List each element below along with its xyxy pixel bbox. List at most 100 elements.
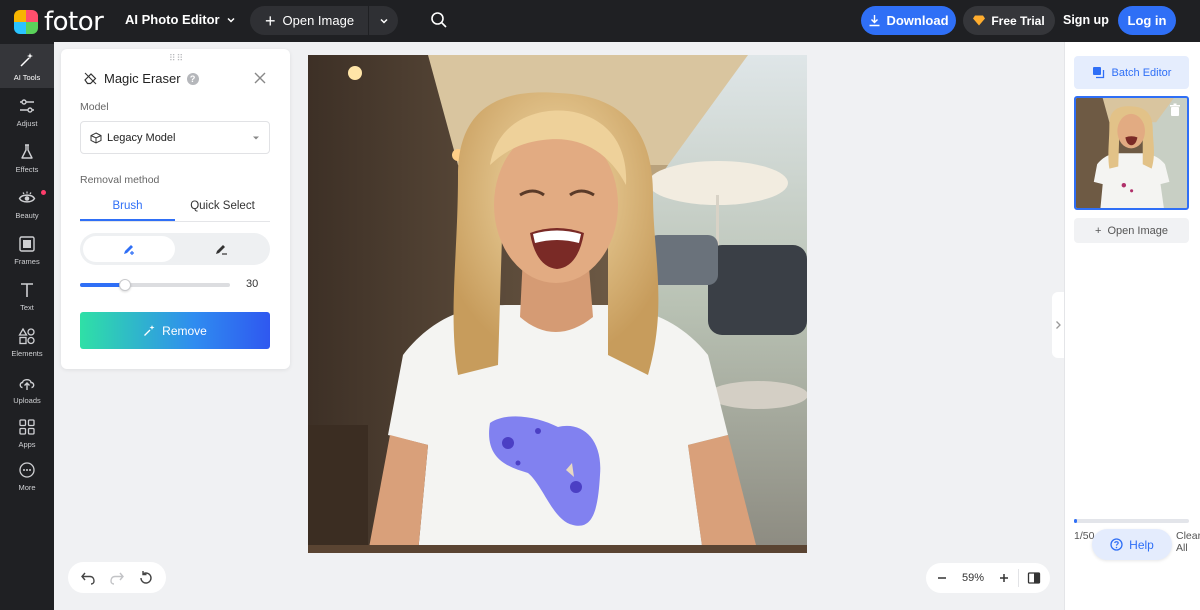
download-button[interactable]: Download xyxy=(861,6,956,35)
top-bar: fotor AI Photo Editor + Open Image Downl… xyxy=(0,0,1200,42)
divider xyxy=(1018,569,1020,587)
sidebar-item-beauty[interactable]: Beauty xyxy=(0,182,54,226)
left-toolbar: AI Tools Adjust Effects Beauty Frames Te… xyxy=(0,42,54,610)
removal-method-label: Removal method xyxy=(80,174,160,186)
chevron-down-icon xyxy=(379,18,388,24)
collapse-panel-handle[interactable] xyxy=(1052,292,1064,358)
brush-size-slider[interactable] xyxy=(80,279,230,291)
open-image-dropdown[interactable] xyxy=(369,6,398,35)
model-select-value: Legacy Model xyxy=(107,131,176,144)
sidebar-item-effects[interactable]: Effects xyxy=(0,136,54,180)
cube-icon xyxy=(90,131,102,144)
sidebar-item-more[interactable]: More xyxy=(0,454,54,498)
text-icon xyxy=(21,282,33,297)
frame-icon xyxy=(19,235,35,252)
brush-add-button[interactable] xyxy=(83,236,175,262)
apps-icon xyxy=(19,418,35,435)
slider-thumb[interactable] xyxy=(119,279,131,291)
diamond-icon xyxy=(973,15,986,26)
compare-icon xyxy=(1027,572,1040,584)
log-in-button[interactable]: Log in xyxy=(1118,6,1176,35)
redo-button[interactable] xyxy=(107,568,127,588)
upload-icon xyxy=(19,378,35,390)
redo-icon xyxy=(110,572,124,585)
sidebar-item-ai-tools[interactable]: AI Tools xyxy=(0,44,54,88)
photo-illustration xyxy=(308,55,807,553)
zoom-controls: 59% xyxy=(926,563,1050,593)
close-icon[interactable] xyxy=(253,71,267,85)
plus-icon xyxy=(999,574,1008,582)
eraser-icon xyxy=(84,72,97,85)
reset-button[interactable] xyxy=(136,568,156,588)
sign-up-link[interactable]: Sign up xyxy=(1063,13,1109,27)
trash-icon[interactable] xyxy=(1168,103,1182,117)
tab-brush[interactable]: Brush xyxy=(80,196,175,221)
compare-button[interactable] xyxy=(1023,567,1044,589)
right-panel: Batch Editor + Open Image 1/50 Clear All xyxy=(1064,42,1200,610)
sidebar-item-label: AI Tools xyxy=(13,72,41,82)
model-label: Model xyxy=(80,101,109,113)
removal-method-tabs: Brush Quick Select xyxy=(80,196,270,222)
log-in-label: Log in xyxy=(1127,13,1167,28)
zoom-level: 59% xyxy=(962,572,985,584)
remove-label: Remove xyxy=(162,323,207,338)
brush-erase-button[interactable] xyxy=(175,236,267,262)
product-menu[interactable]: AI Photo Editor xyxy=(125,12,236,27)
model-select[interactable]: Legacy Model xyxy=(80,121,270,154)
history-controls xyxy=(68,562,166,593)
sliders-icon xyxy=(20,98,34,113)
sidebar-item-label: Adjust xyxy=(16,118,38,128)
minus-icon xyxy=(938,577,947,579)
sidebar-item-apps[interactable]: Apps xyxy=(0,411,54,455)
panel-title-text: Magic Eraser xyxy=(104,71,181,86)
sidebar-item-label: Frames xyxy=(14,256,40,266)
reset-icon xyxy=(139,570,152,584)
download-icon xyxy=(869,15,880,27)
add-image-button[interactable]: + Open Image xyxy=(1074,218,1189,243)
remove-button[interactable]: Remove xyxy=(80,312,270,349)
fotor-logo[interactable]: fotor xyxy=(14,7,104,37)
zoom-out-button[interactable] xyxy=(932,567,953,589)
image-thumbnail[interactable] xyxy=(1074,96,1189,210)
plus-icon: + xyxy=(1095,224,1102,237)
clear-all-link[interactable]: Clear All xyxy=(1176,530,1200,554)
sidebar-item-label: Text xyxy=(20,302,34,312)
undo-button[interactable] xyxy=(78,568,98,588)
sidebar-item-frames[interactable]: Frames xyxy=(0,228,54,272)
sidebar-item-elements[interactable]: Elements xyxy=(0,320,54,364)
sidebar-item-label: Uploads xyxy=(13,395,41,405)
sidebar-item-adjust[interactable]: Adjust xyxy=(0,90,54,134)
image-quota-fill xyxy=(1074,519,1078,523)
help-button[interactable]: Help xyxy=(1092,529,1172,560)
add-image-label: Open Image xyxy=(1107,224,1168,237)
eye-icon xyxy=(18,191,36,203)
batch-editor-button[interactable]: Batch Editor xyxy=(1074,56,1189,89)
magic-eraser-panel: ⠿⠿ Magic Eraser ? Model Legacy Model Rem… xyxy=(61,49,290,369)
zoom-in-button[interactable] xyxy=(993,567,1014,589)
tab-quick-select[interactable]: Quick Select xyxy=(175,196,270,221)
canvas-image[interactable] xyxy=(308,55,807,553)
more-icon xyxy=(19,461,35,478)
chevron-down-icon xyxy=(227,17,235,23)
drag-handle-icon[interactable]: ⠿⠿ xyxy=(169,53,184,64)
search-icon[interactable] xyxy=(430,11,450,31)
open-image-group: + Open Image xyxy=(250,6,398,35)
chevron-right-icon xyxy=(1055,321,1061,329)
help-question-icon[interactable]: ? xyxy=(186,72,199,85)
sidebar-item-text[interactable]: Text xyxy=(0,274,54,318)
sidebar-item-uploads[interactable]: Uploads xyxy=(0,367,54,411)
sidebar-item-label: More xyxy=(18,482,36,492)
help-label: Help xyxy=(1129,537,1154,552)
image-quota-bar xyxy=(1074,519,1189,523)
notification-dot xyxy=(41,190,46,195)
logo-mark-icon xyxy=(14,10,38,34)
product-menu-label: AI Photo Editor xyxy=(125,12,220,27)
batch-editor-label: Batch Editor xyxy=(1111,66,1172,79)
batch-icon xyxy=(1092,67,1104,79)
help-circle-icon xyxy=(1110,538,1123,551)
open-image-button[interactable]: + Open Image xyxy=(250,6,368,35)
plus-icon: + xyxy=(265,10,276,31)
logo-text: fotor xyxy=(44,7,104,37)
brush-add-icon xyxy=(124,245,134,255)
free-trial-button[interactable]: Free Trial xyxy=(963,6,1055,35)
